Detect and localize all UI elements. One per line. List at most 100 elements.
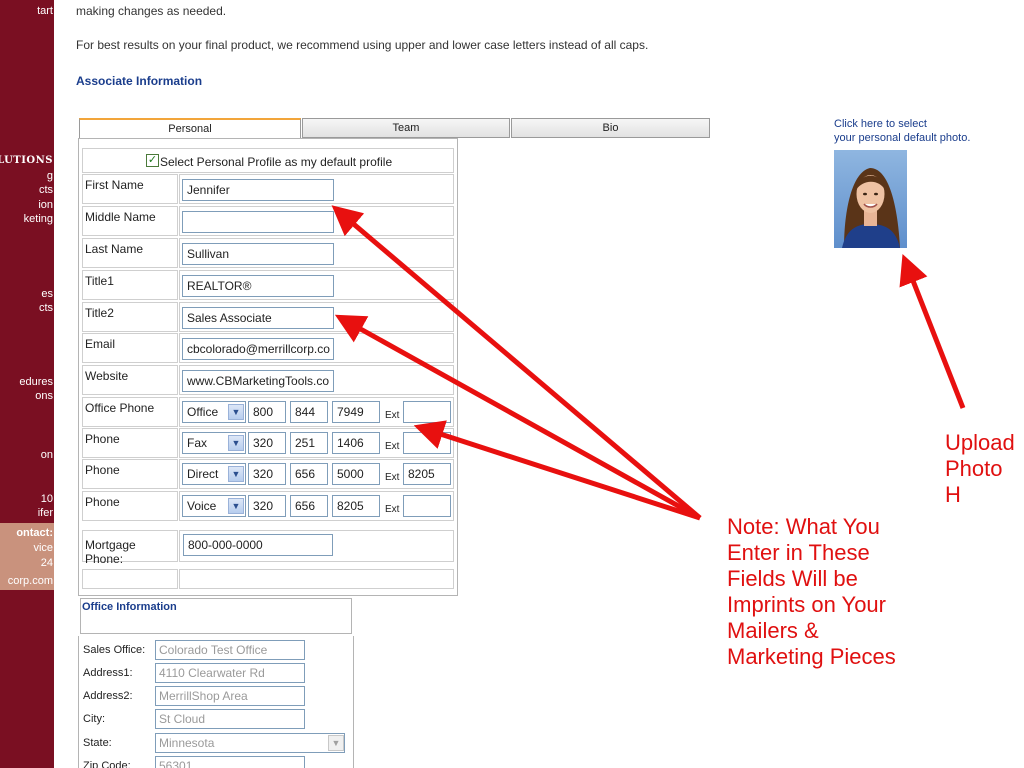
sidebar-item[interactable]: cts xyxy=(39,302,53,314)
field-label: Email xyxy=(82,333,178,363)
phone-line-input[interactable]: 1406 xyxy=(332,432,380,454)
phone-area-input[interactable]: 320 xyxy=(248,495,286,517)
phone-ext-input[interactable] xyxy=(403,401,451,423)
sidebar-item[interactable]: 10 xyxy=(41,493,53,505)
phone-type-select[interactable]: Voice ▼ xyxy=(182,495,246,517)
imprint-note: Note: What You Enter in These Fields Will … xyxy=(727,514,896,670)
phone-type-value: Office xyxy=(187,405,219,419)
chevron-down-icon[interactable]: ▼ xyxy=(328,735,344,751)
office-field-input[interactable]: MerrillShop Area xyxy=(155,686,305,706)
field-label: First Name xyxy=(82,174,178,204)
intro-text-line-2: For best results on your final product, … xyxy=(76,38,649,52)
phone-area-input[interactable]: 320 xyxy=(248,432,286,454)
left-sidebar: tart SOLUTIONS g cts ion keting es cts edures ons… xyxy=(0,0,54,768)
phone-ext-label: Ext xyxy=(385,504,400,515)
field-input[interactable]: Sales Associate xyxy=(182,307,334,329)
field-label: Middle Name xyxy=(82,206,178,236)
phone-ext-input[interactable]: 8205 xyxy=(403,463,451,485)
empty-row-cell xyxy=(179,569,454,589)
section-title: Associate Information xyxy=(76,74,203,88)
phone-ext-label: Ext xyxy=(385,472,400,483)
default-photo-image[interactable] xyxy=(834,150,907,248)
imprint-note-line: Mailers & xyxy=(727,618,819,643)
sidebar-item[interactable]: keting xyxy=(24,213,53,225)
tab-bio[interactable]: Bio xyxy=(511,118,710,138)
sidebar-item[interactable]: ons xyxy=(35,390,53,402)
phone-label: Phone xyxy=(82,491,178,521)
sidebar-item[interactable]: ion xyxy=(38,199,53,211)
sidebar-item[interactable]: edures xyxy=(19,376,53,388)
sidebar-item[interactable]: SOLUTIONS xyxy=(0,155,53,167)
mortgage-phone-input[interactable]: 800-000-0000 xyxy=(183,534,333,556)
phone-label: Phone xyxy=(82,428,178,458)
chevron-down-icon[interactable]: ▼ xyxy=(228,435,244,451)
phone-prefix-input[interactable]: 251 xyxy=(290,432,328,454)
phone-ext-label: Ext xyxy=(385,410,400,421)
office-field-label: State: xyxy=(83,737,112,749)
phone-ext-label: Ext xyxy=(385,441,400,452)
sidebar-contact-line: corp.com xyxy=(7,575,53,587)
phone-line-input[interactable]: 7949 xyxy=(332,401,380,423)
chevron-down-icon[interactable]: ▼ xyxy=(228,466,244,482)
default-profile-checkbox[interactable]: ✓ xyxy=(146,154,159,167)
photo-caption[interactable]: Click here to select your personal defau… xyxy=(834,117,970,145)
phone-area-input[interactable]: 320 xyxy=(248,463,286,485)
phone-type-value: Direct xyxy=(187,467,219,481)
phone-label: Phone xyxy=(82,459,178,489)
arrow-to-phone xyxy=(413,420,701,521)
empty-row-label xyxy=(82,569,178,589)
sidebar-item[interactable]: cts xyxy=(39,184,53,196)
field-label: Website xyxy=(82,365,178,395)
office-field-input[interactable]: 56301 xyxy=(155,756,305,768)
phone-line-input[interactable]: 5000 xyxy=(332,463,380,485)
phone-type-select[interactable]: Office ▼ xyxy=(182,401,246,423)
sidebar-contact-line: 24 xyxy=(40,557,53,569)
chevron-down-icon[interactable]: ▼ xyxy=(228,498,244,514)
phone-line-input[interactable]: 8205 xyxy=(332,495,380,517)
field-input[interactable]: Jennifer xyxy=(182,179,334,201)
portrait-photo-icon xyxy=(842,168,900,248)
tab-team[interactable]: Team xyxy=(302,118,510,138)
intro-text-line-1: making changes as needed. xyxy=(76,4,227,18)
phone-prefix-input[interactable]: 656 xyxy=(290,495,328,517)
phone-label: Office Phone xyxy=(82,397,178,427)
phone-prefix-input[interactable]: 656 xyxy=(290,463,328,485)
upload-photo-note: Upload Photo H xyxy=(945,430,1024,508)
office-field-label: City: xyxy=(83,713,105,725)
tab-personal[interactable]: Personal xyxy=(79,118,301,138)
imprint-note-line: Note: What You xyxy=(727,514,880,539)
photo-caption-line-2[interactable]: your personal default photo. xyxy=(834,131,970,145)
sidebar-item[interactable]: ifer xyxy=(38,507,53,519)
chevron-down-icon[interactable]: ▼ xyxy=(228,404,244,420)
phone-area-input[interactable]: 800 xyxy=(248,401,286,423)
photo-caption-line-1[interactable]: Click here to select xyxy=(834,117,970,131)
field-input[interactable]: REALTOR® xyxy=(182,275,334,297)
phone-type-select[interactable]: Fax ▼ xyxy=(182,432,246,454)
phone-ext-input[interactable] xyxy=(403,432,451,454)
field-input[interactable]: www.CBMarketingTools.co xyxy=(182,370,334,392)
office-state-select[interactable]: Minnesota xyxy=(155,733,345,753)
mortgage-phone-label: Mortgage Phone: xyxy=(82,530,178,566)
office-field-input[interactable]: 4110 Clearwater Rd xyxy=(155,663,305,683)
phone-type-value: Voice xyxy=(187,499,217,513)
field-input[interactable]: Sullivan xyxy=(182,243,334,265)
sidebar-item[interactable]: g xyxy=(47,170,53,182)
phone-type-select[interactable]: Direct ▼ xyxy=(182,463,246,485)
office-field-label: Zip Code: xyxy=(83,760,131,768)
field-input[interactable] xyxy=(182,211,334,233)
sidebar-item[interactable]: tart xyxy=(37,5,53,17)
sidebar-item[interactable]: on xyxy=(41,449,53,461)
imprint-note-line: Imprints on Your xyxy=(727,592,886,617)
phone-ext-input[interactable] xyxy=(403,495,451,517)
field-input[interactable]: cbcolorado@merrillcorp.co xyxy=(182,338,334,360)
arrow-to-photo xyxy=(899,254,966,409)
sidebar-item[interactable]: es xyxy=(41,288,53,300)
imprint-note-line: Enter in These xyxy=(727,540,870,565)
phone-prefix-input[interactable]: 844 xyxy=(290,401,328,423)
office-field-label: Sales Office: xyxy=(83,644,146,656)
sidebar-contact-line: vice xyxy=(33,542,53,554)
office-field-input[interactable]: Colorado Test Office xyxy=(155,640,305,660)
field-label: Title2 xyxy=(82,302,178,332)
imprint-note-line: Fields Will be xyxy=(727,566,858,591)
office-field-input[interactable]: St Cloud xyxy=(155,709,305,729)
